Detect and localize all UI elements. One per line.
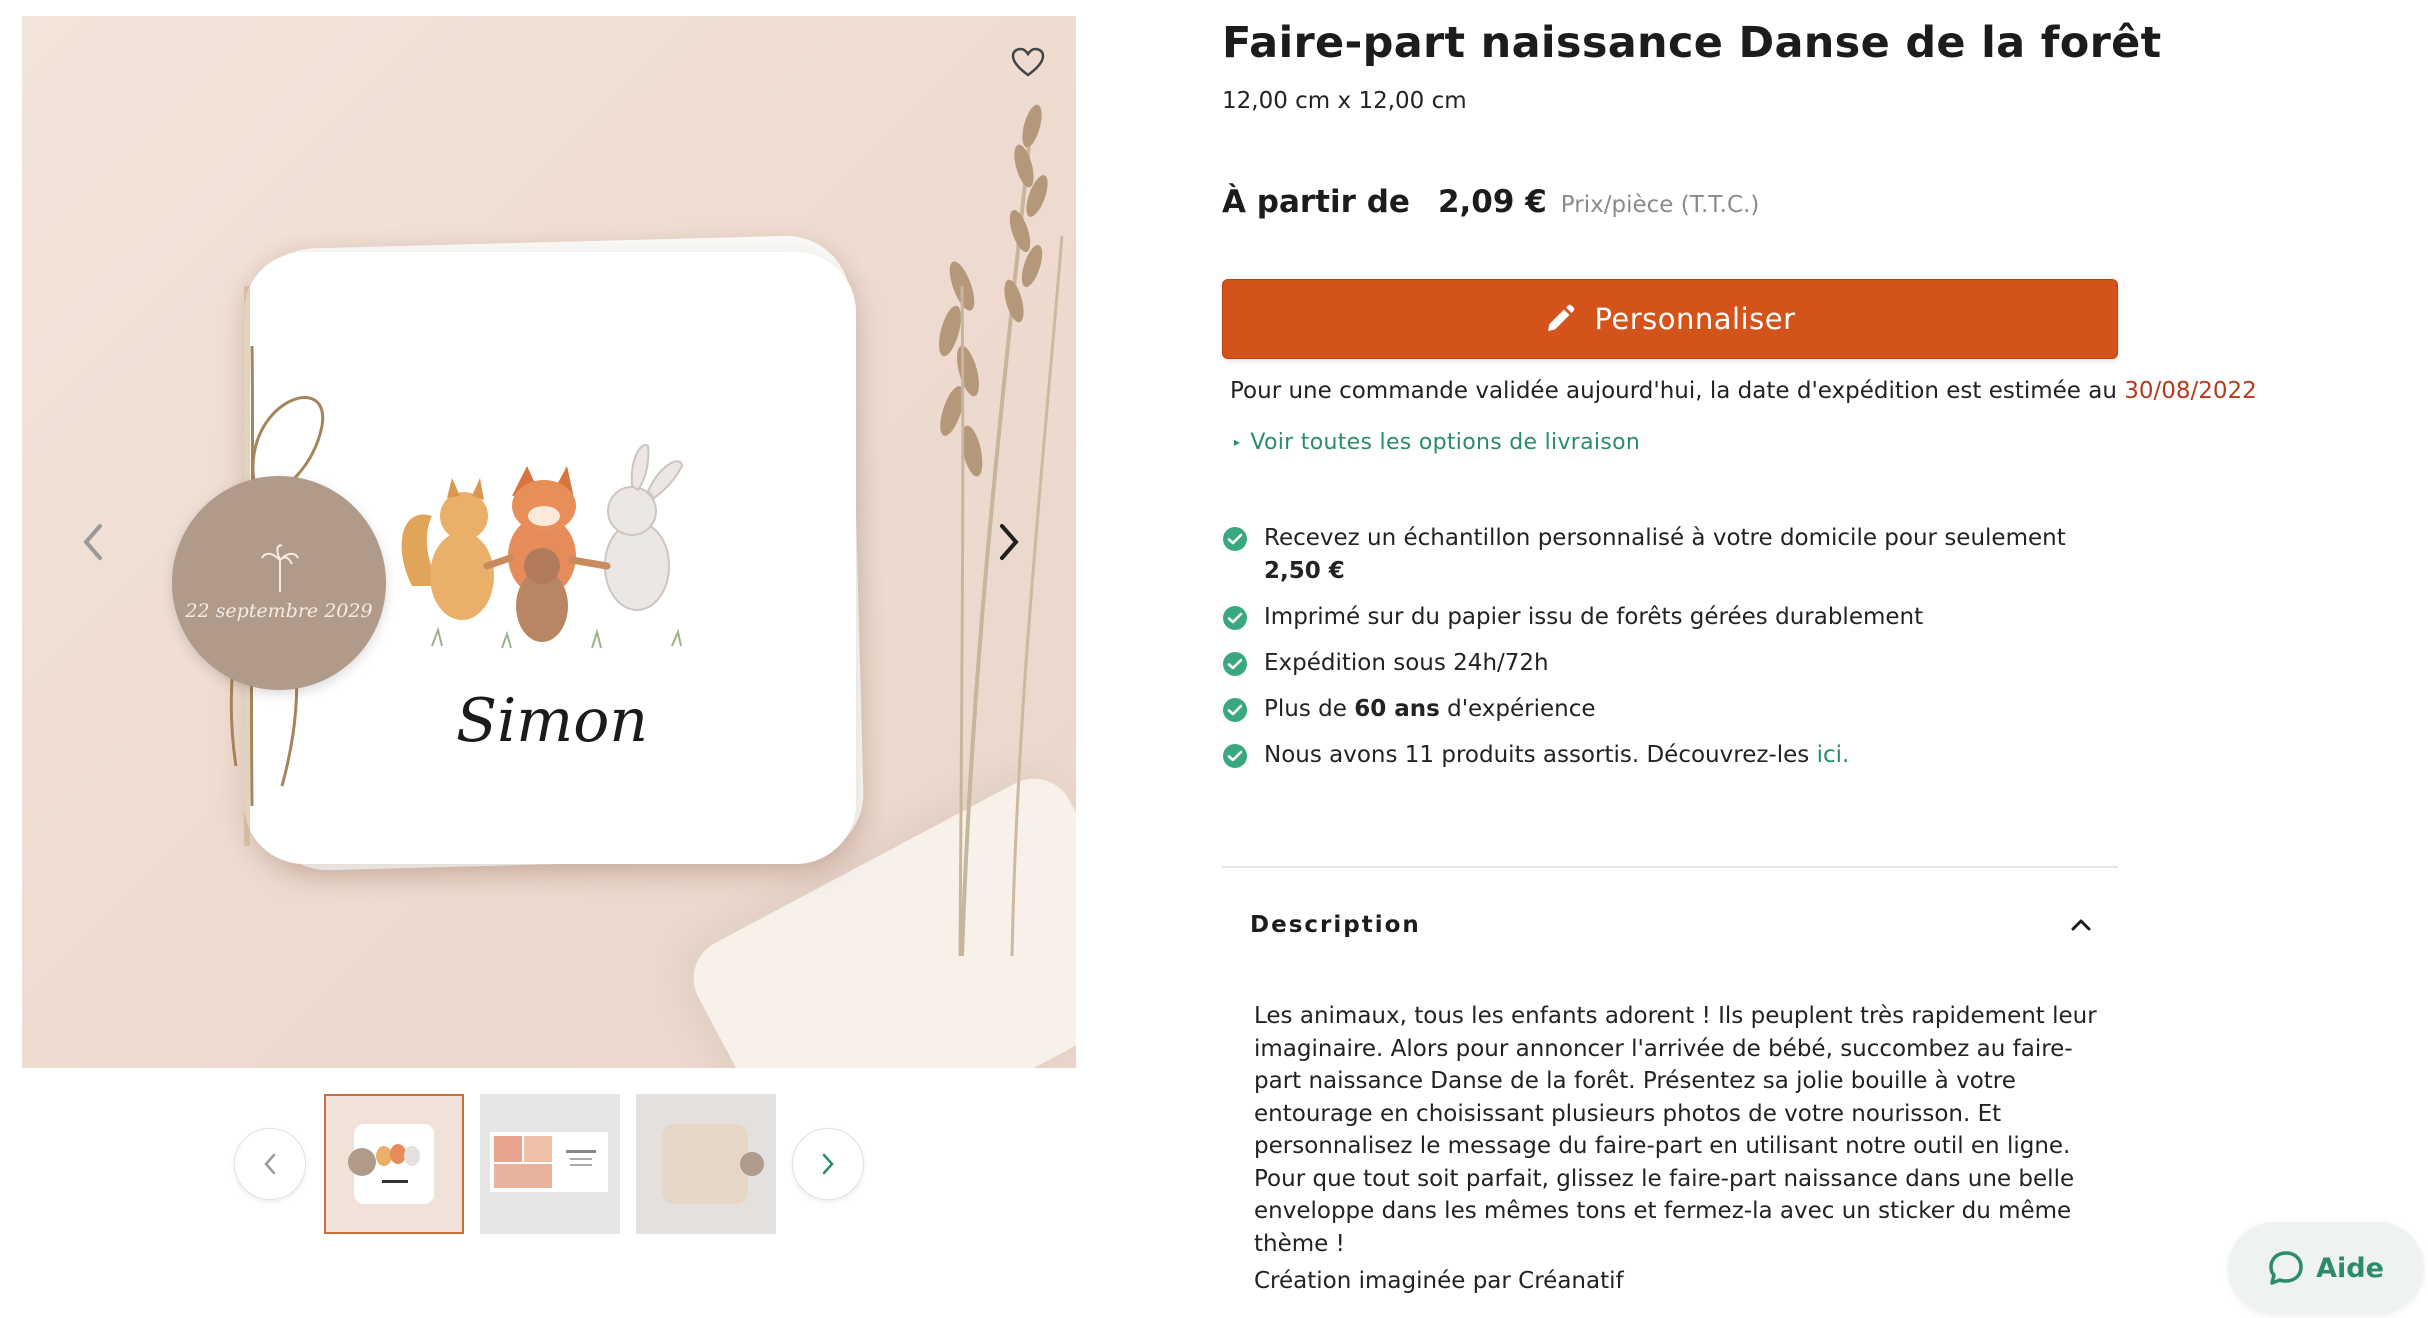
- gallery-next-button[interactable]: [980, 512, 1040, 572]
- card-baby-name: Simon: [456, 686, 648, 756]
- heart-icon: [1011, 47, 1045, 77]
- check-circle-icon: [1223, 698, 1247, 722]
- chevron-up-icon: [2071, 919, 2091, 931]
- description-body: Les animaux, tous les enfants adorent ! …: [1254, 1003, 2097, 1257]
- favorite-button[interactable]: [1004, 38, 1052, 86]
- caret-right-icon: ▸: [1234, 435, 1241, 449]
- personalize-button[interactable]: Personnaliser: [1222, 279, 2118, 359]
- check-circle-icon: [1223, 527, 1247, 551]
- delivery-options-link[interactable]: ▸ Voir toutes les options de livraison: [1234, 430, 1640, 455]
- tag-date-text: 22 septembre 2029: [185, 600, 373, 622]
- benefit-matching-text: Nous avons 11 produits assortis. Découvr…: [1264, 742, 1817, 768]
- shipping-estimate-text: Pour une commande validée aujourd'hui, l…: [1230, 378, 2125, 404]
- forest-animals-illustration: [401, 444, 684, 649]
- personalize-button-label: Personnaliser: [1594, 302, 1796, 336]
- shipping-estimate: Pour une commande validée aujourd'hui, l…: [1230, 378, 2257, 404]
- product-main-image: Simon 22 septembre 2029: [22, 16, 1076, 1068]
- check-circle-icon: [1223, 744, 1247, 768]
- thumbnail-next-button[interactable]: [792, 1128, 864, 1200]
- palm-tree-icon: [261, 544, 299, 592]
- section-divider: [1222, 866, 2118, 868]
- price-value: 2,09 €: [1437, 184, 1547, 220]
- help-label: Aide: [2316, 1252, 2384, 1284]
- description-title: Description: [1250, 912, 1421, 938]
- benefit-paper-text: Imprimé sur du papier issu de forêts gér…: [1264, 604, 1924, 630]
- benefit-experience-pre: Plus de: [1264, 696, 1355, 722]
- benefit-paper: Imprimé sur du papier issu de forêts gér…: [1222, 601, 2122, 634]
- benefit-experience-post: d'expérience: [1439, 696, 1596, 722]
- benefit-experience: Plus de 60 ans d'expérience: [1222, 693, 2122, 726]
- product-title: Faire-part naissance Danse de la forêt: [1222, 18, 2162, 68]
- product-dimensions: 12,00 cm x 12,00 cm: [1222, 88, 1467, 114]
- benefit-sample: Recevez un échantillon personnalisé à vo…: [1222, 522, 2122, 588]
- shipping-date: 30/08/2022: [2124, 378, 2257, 404]
- thumbnail-photo-card-image: [490, 1132, 608, 1192]
- description-credit: Création imaginée par Créanatif: [1254, 1268, 1624, 1294]
- benefit-experience-bold: 60 ans: [1354, 696, 1440, 722]
- benefit-sample-price: 2,50 €: [1264, 558, 1345, 584]
- thumbnail-card-back-image: [662, 1124, 764, 1204]
- chevron-right-icon: [822, 1153, 834, 1175]
- check-circle-icon: [1223, 652, 1247, 676]
- pencil-icon: [1548, 304, 1575, 331]
- benefits-list: Recevez un échantillon personnalisé à vo…: [1222, 522, 2122, 785]
- thumbnail-strip: [234, 1094, 864, 1234]
- thumbnail-prev-button[interactable]: [234, 1128, 306, 1200]
- gallery-prev-button[interactable]: [62, 512, 122, 572]
- help-chat-button[interactable]: Aide: [2228, 1222, 2424, 1314]
- benefit-shipping-text: Expédition sous 24h/72h: [1264, 650, 1549, 676]
- check-circle-icon: [1223, 606, 1247, 630]
- date-tag: 22 septembre 2029: [172, 476, 386, 690]
- thumbnail-card-image: [348, 1124, 434, 1204]
- chevron-left-icon: [83, 524, 102, 560]
- thumbnail-3[interactable]: [636, 1094, 776, 1234]
- price-unit: Prix/pièce (T.T.C.): [1560, 192, 1760, 218]
- thumbnail-1[interactable]: [324, 1094, 464, 1234]
- description-accordion-header[interactable]: Description: [1222, 880, 2118, 970]
- chevron-right-icon: [1000, 524, 1019, 560]
- price-row: À partir de 2,09 € Prix/pièce (T.T.C.): [1222, 184, 1759, 220]
- thumbnail-2[interactable]: [480, 1094, 620, 1234]
- matching-products-link[interactable]: ici.: [1817, 742, 1850, 768]
- delivery-options-label: Voir toutes les options de livraison: [1250, 430, 1641, 455]
- dried-wheat-decoration: [939, 104, 1064, 956]
- benefit-sample-text: Recevez un échantillon personnalisé à vo…: [1264, 525, 2066, 551]
- price-prefix: À partir de: [1222, 184, 1410, 220]
- benefit-shipping: Expédition sous 24h/72h: [1222, 647, 2122, 680]
- benefit-matching-products: Nous avons 11 produits assortis. Découvr…: [1222, 739, 2122, 772]
- chevron-left-icon: [264, 1153, 276, 1175]
- chat-bubble-icon: [2269, 1251, 2303, 1285]
